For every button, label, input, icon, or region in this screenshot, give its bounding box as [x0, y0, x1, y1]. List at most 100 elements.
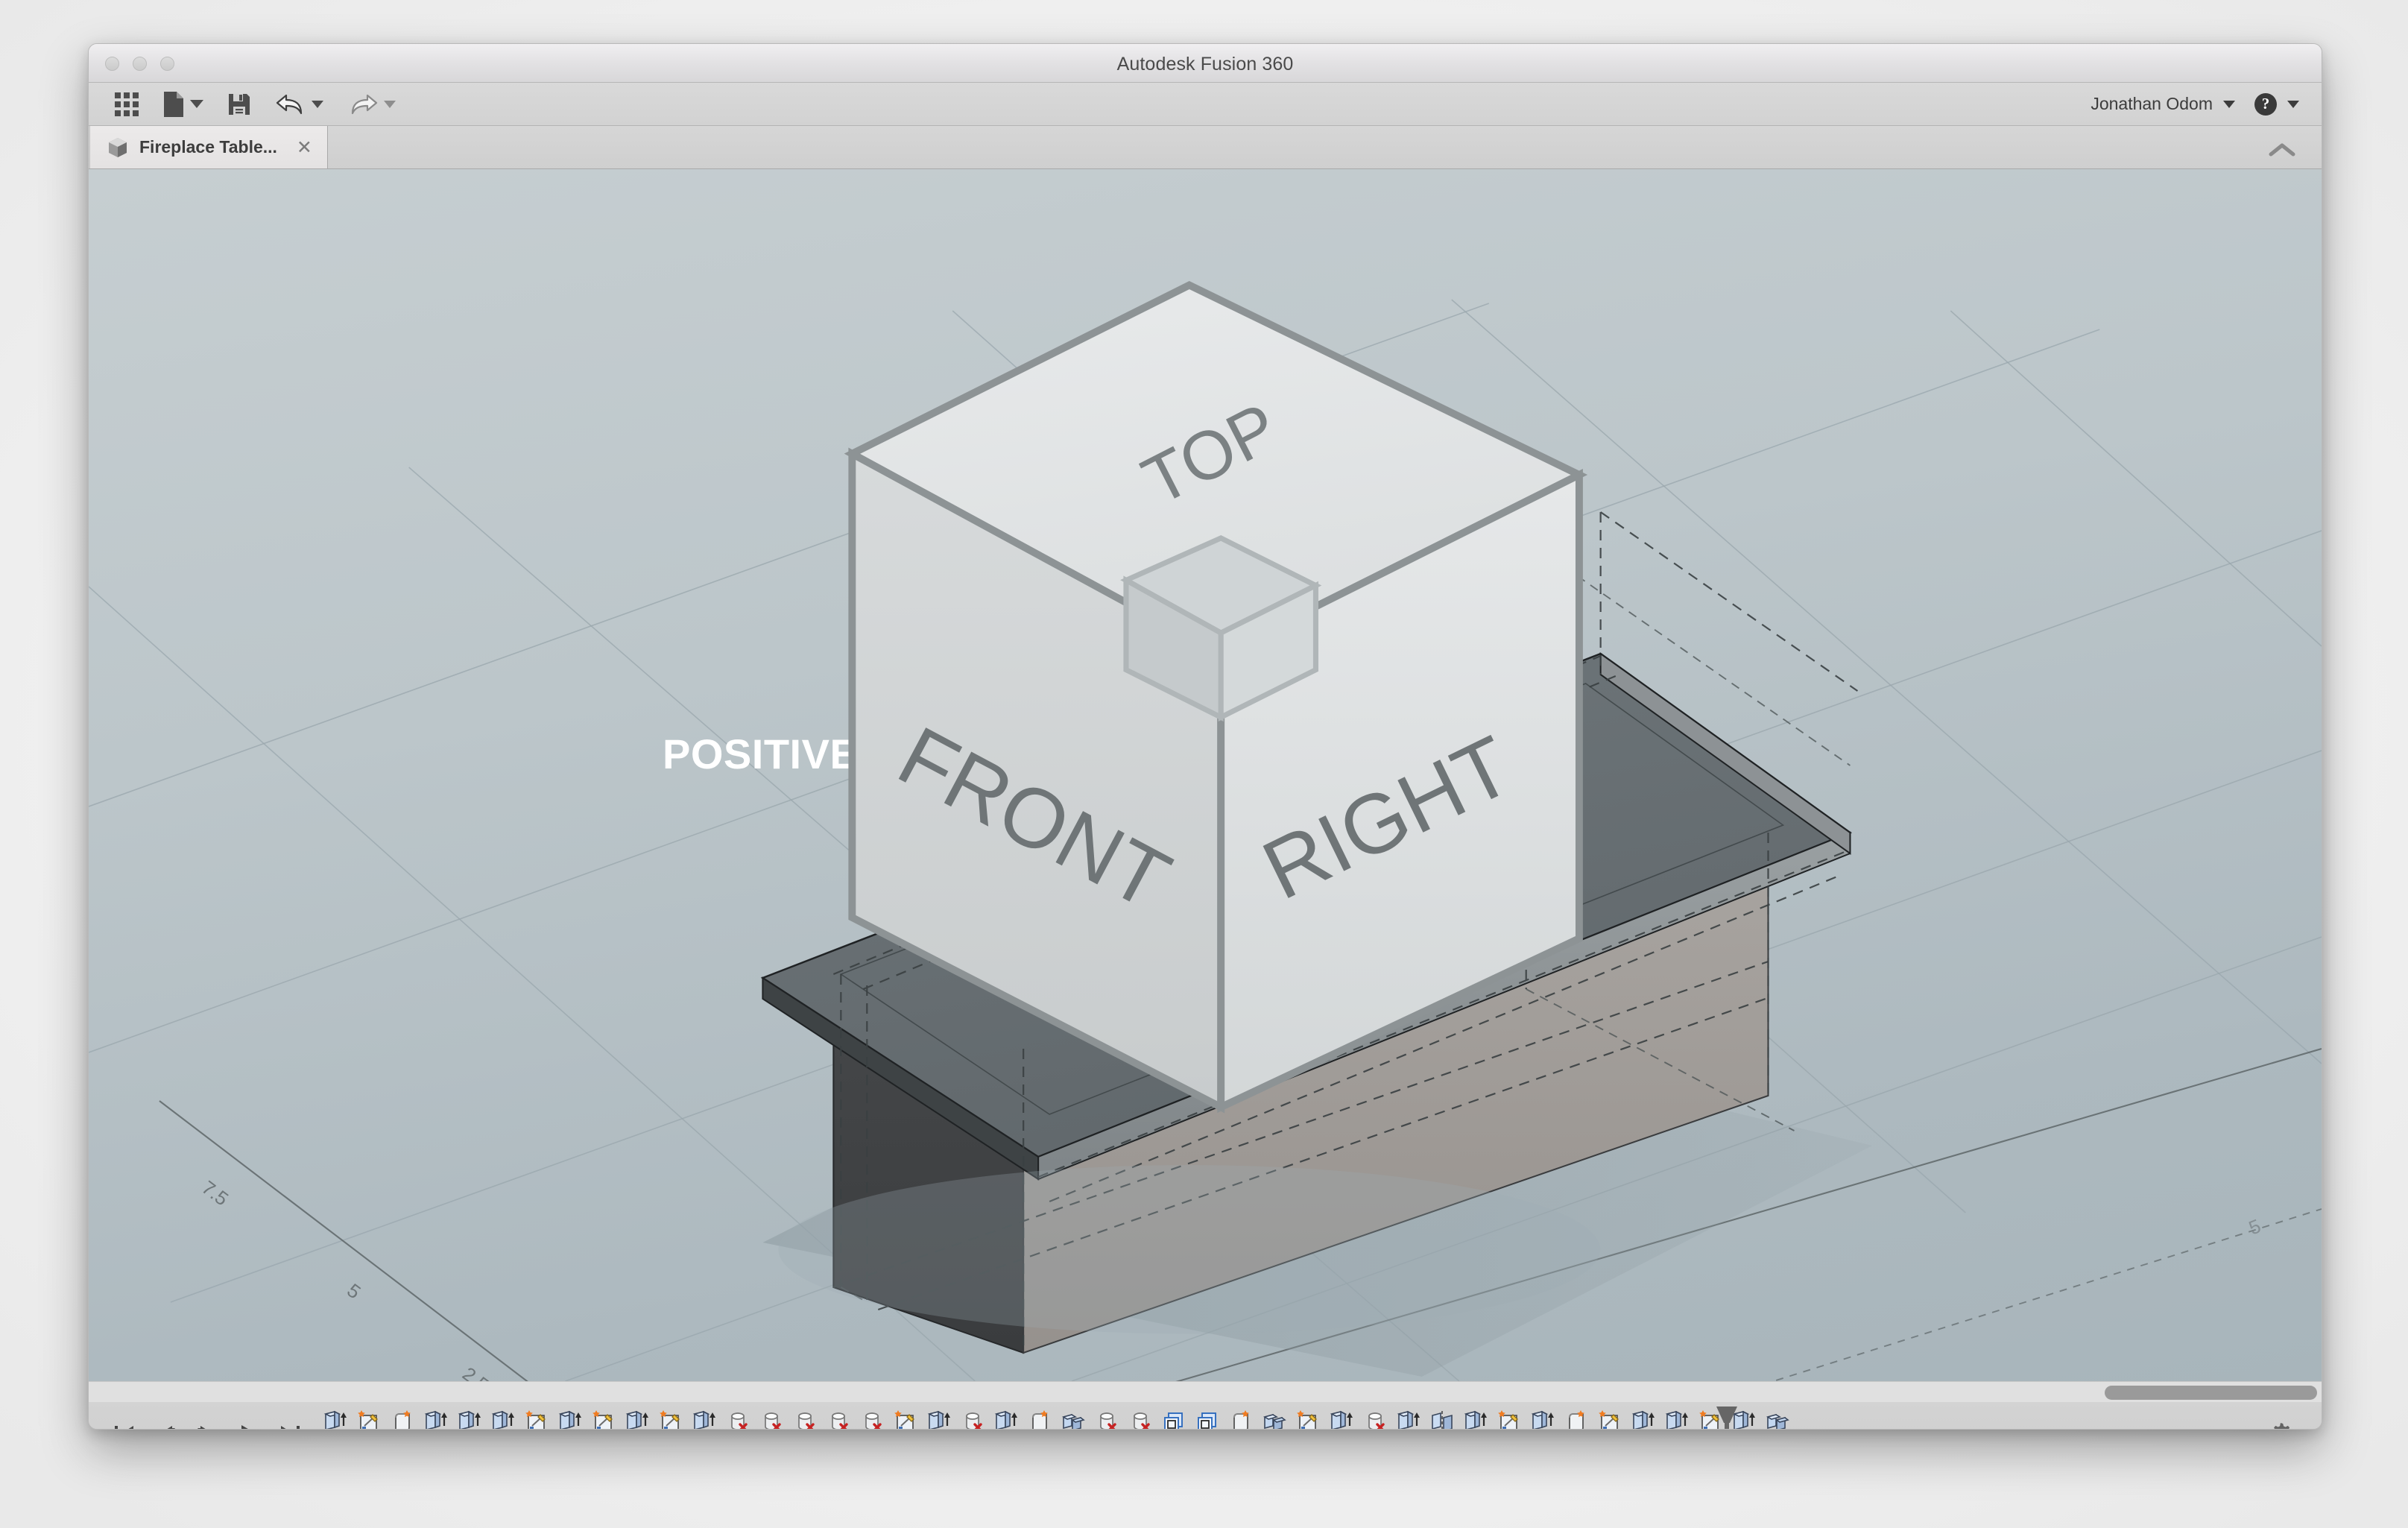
title-bar: Autodesk Fusion 360 [89, 44, 2322, 83]
hole-icon [858, 1408, 886, 1430]
timeline-settings-button[interactable] [2266, 1420, 2322, 1430]
sketch-icon [1495, 1408, 1523, 1430]
redo-button[interactable] [341, 89, 402, 120]
hole-icon [757, 1408, 786, 1430]
timeline-feature-sketch[interactable] [352, 1408, 385, 1430]
mirror-icon [1428, 1408, 1456, 1430]
extrude-icon [455, 1408, 484, 1430]
timeline-feature-extrude[interactable] [1626, 1408, 1660, 1430]
go-to-end-button[interactable] [279, 1423, 302, 1430]
play-button[interactable] [238, 1423, 260, 1430]
timeline-feature-sketch[interactable] [1492, 1408, 1526, 1430]
timeline-feature-mirror[interactable] [1425, 1408, 1459, 1430]
timeline-feature-combine[interactable] [1257, 1408, 1291, 1430]
chevron-up-icon[interactable] [2268, 142, 2296, 158]
timeline-feature-sketch[interactable] [587, 1408, 620, 1430]
fillet-icon [1026, 1408, 1054, 1430]
timeline-feature-fillet[interactable] [1023, 1408, 1056, 1430]
desktop-backdrop: Autodesk Fusion 360 [0, 0, 2408, 1528]
combine-icon [1260, 1408, 1289, 1430]
document-tab-bar: Fireplace Table... ✕ [89, 126, 2322, 169]
hole-icon [791, 1408, 819, 1430]
timeline-feature-hole[interactable] [721, 1408, 754, 1430]
timeline-feature-hole[interactable] [1090, 1408, 1123, 1430]
copy-icon [1160, 1408, 1188, 1430]
extrude-icon [489, 1408, 517, 1430]
app-grid-button[interactable] [108, 89, 145, 120]
timeline-feature-list [318, 1402, 2266, 1430]
timeline-end-marker[interactable] [1710, 1405, 1728, 1430]
timeline-scrollbar-track[interactable] [89, 1381, 2322, 1402]
extrude-icon [1663, 1408, 1691, 1430]
cube-icon [107, 136, 129, 159]
save-button[interactable] [221, 89, 258, 120]
timeline-feature-extrude[interactable] [1526, 1408, 1559, 1430]
close-tab-icon[interactable]: ✕ [297, 136, 312, 159]
sketch-icon [522, 1408, 551, 1430]
timeline-feature-extrude[interactable] [1660, 1408, 1693, 1430]
timeline-feature-fillet[interactable] [385, 1408, 419, 1430]
main-toolbar: Jonathan Odom ? [89, 83, 2322, 126]
timeline-feature-extrude[interactable] [989, 1408, 1023, 1430]
hole-icon [1126, 1408, 1154, 1430]
extrude-icon [1461, 1408, 1490, 1430]
timeline-feature-extrude[interactable] [1324, 1408, 1358, 1430]
timeline-feature-extrude[interactable] [419, 1408, 452, 1430]
undo-arrow-icon [275, 92, 306, 116]
extrude-icon [1394, 1408, 1423, 1430]
timeline-feature-sketch[interactable] [1291, 1408, 1324, 1430]
timeline-feature-extrude[interactable] [922, 1408, 955, 1430]
save-icon [227, 92, 251, 116]
timeline-feature-extrude[interactable] [553, 1408, 587, 1430]
undo-button[interactable] [268, 89, 330, 120]
chevron-down-icon[interactable] [2223, 101, 2235, 108]
timeline-feature-sketch[interactable] [888, 1408, 922, 1430]
timeline-feature-sketch[interactable] [519, 1408, 553, 1430]
timeline-feature-extrude[interactable] [318, 1408, 352, 1430]
timeline-feature-extrude[interactable] [1459, 1408, 1492, 1430]
extrude-icon [321, 1408, 350, 1430]
timeline-feature-extrude[interactable] [687, 1408, 721, 1430]
timeline-feature-fillet[interactable] [1224, 1408, 1257, 1430]
extrude-icon [1327, 1408, 1356, 1430]
hole-icon [1361, 1408, 1389, 1430]
timeline-scrollbar-thumb[interactable] [2105, 1386, 2317, 1400]
sketch-icon [1294, 1408, 1322, 1430]
timeline-feature-combine[interactable] [1056, 1408, 1090, 1430]
timeline-feature-hole[interactable] [821, 1408, 855, 1430]
combine-icon [1059, 1408, 1087, 1430]
timeline-feature-hole[interactable] [754, 1408, 788, 1430]
chevron-down-icon[interactable] [312, 101, 323, 108]
new-design-button[interactable] [156, 89, 210, 120]
timeline-playback-controls [89, 1423, 318, 1430]
tab-fireplace-table[interactable]: Fireplace Table... ✕ [89, 126, 328, 168]
timeline-feature-hole[interactable] [1123, 1408, 1157, 1430]
viewport-canvas[interactable]: 7.5 5 2.5 0 5 [89, 169, 2322, 1381]
timeline-feature-hole[interactable] [855, 1408, 888, 1430]
timeline-feature-extrude[interactable] [1391, 1408, 1425, 1430]
extrude-icon [1529, 1408, 1557, 1430]
help-icon[interactable]: ? [2254, 93, 2277, 116]
timeline-feature-combine[interactable] [1760, 1408, 1794, 1430]
timeline-feature-extrude[interactable] [620, 1408, 654, 1430]
step-forward-button[interactable] [196, 1423, 218, 1430]
document-icon [162, 91, 185, 118]
timeline-feature-copy[interactable] [1190, 1408, 1224, 1430]
chevron-down-icon[interactable] [190, 100, 203, 108]
chevron-down-icon[interactable] [2287, 101, 2299, 108]
timeline-feature-hole[interactable] [955, 1408, 989, 1430]
timeline-feature-fillet[interactable] [1559, 1408, 1593, 1430]
timeline-feature-sketch[interactable] [654, 1408, 687, 1430]
timeline-feature-extrude[interactable] [486, 1408, 519, 1430]
chevron-down-icon[interactable] [384, 101, 396, 108]
timeline-feature-sketch[interactable] [1593, 1408, 1626, 1430]
go-to-beginning-button[interactable] [113, 1423, 135, 1430]
user-menu-label[interactable]: Jonathan Odom [2091, 94, 2213, 114]
view-cube[interactable]: TOP FRONT RIGHT [89, 169, 2322, 1381]
timeline-feature-copy[interactable] [1157, 1408, 1190, 1430]
timeline-feature-extrude[interactable] [452, 1408, 486, 1430]
step-back-button[interactable] [154, 1423, 177, 1430]
timeline-feature-hole[interactable] [1358, 1408, 1391, 1430]
timeline-feature-hole[interactable] [788, 1408, 821, 1430]
extrude-icon [992, 1408, 1020, 1430]
